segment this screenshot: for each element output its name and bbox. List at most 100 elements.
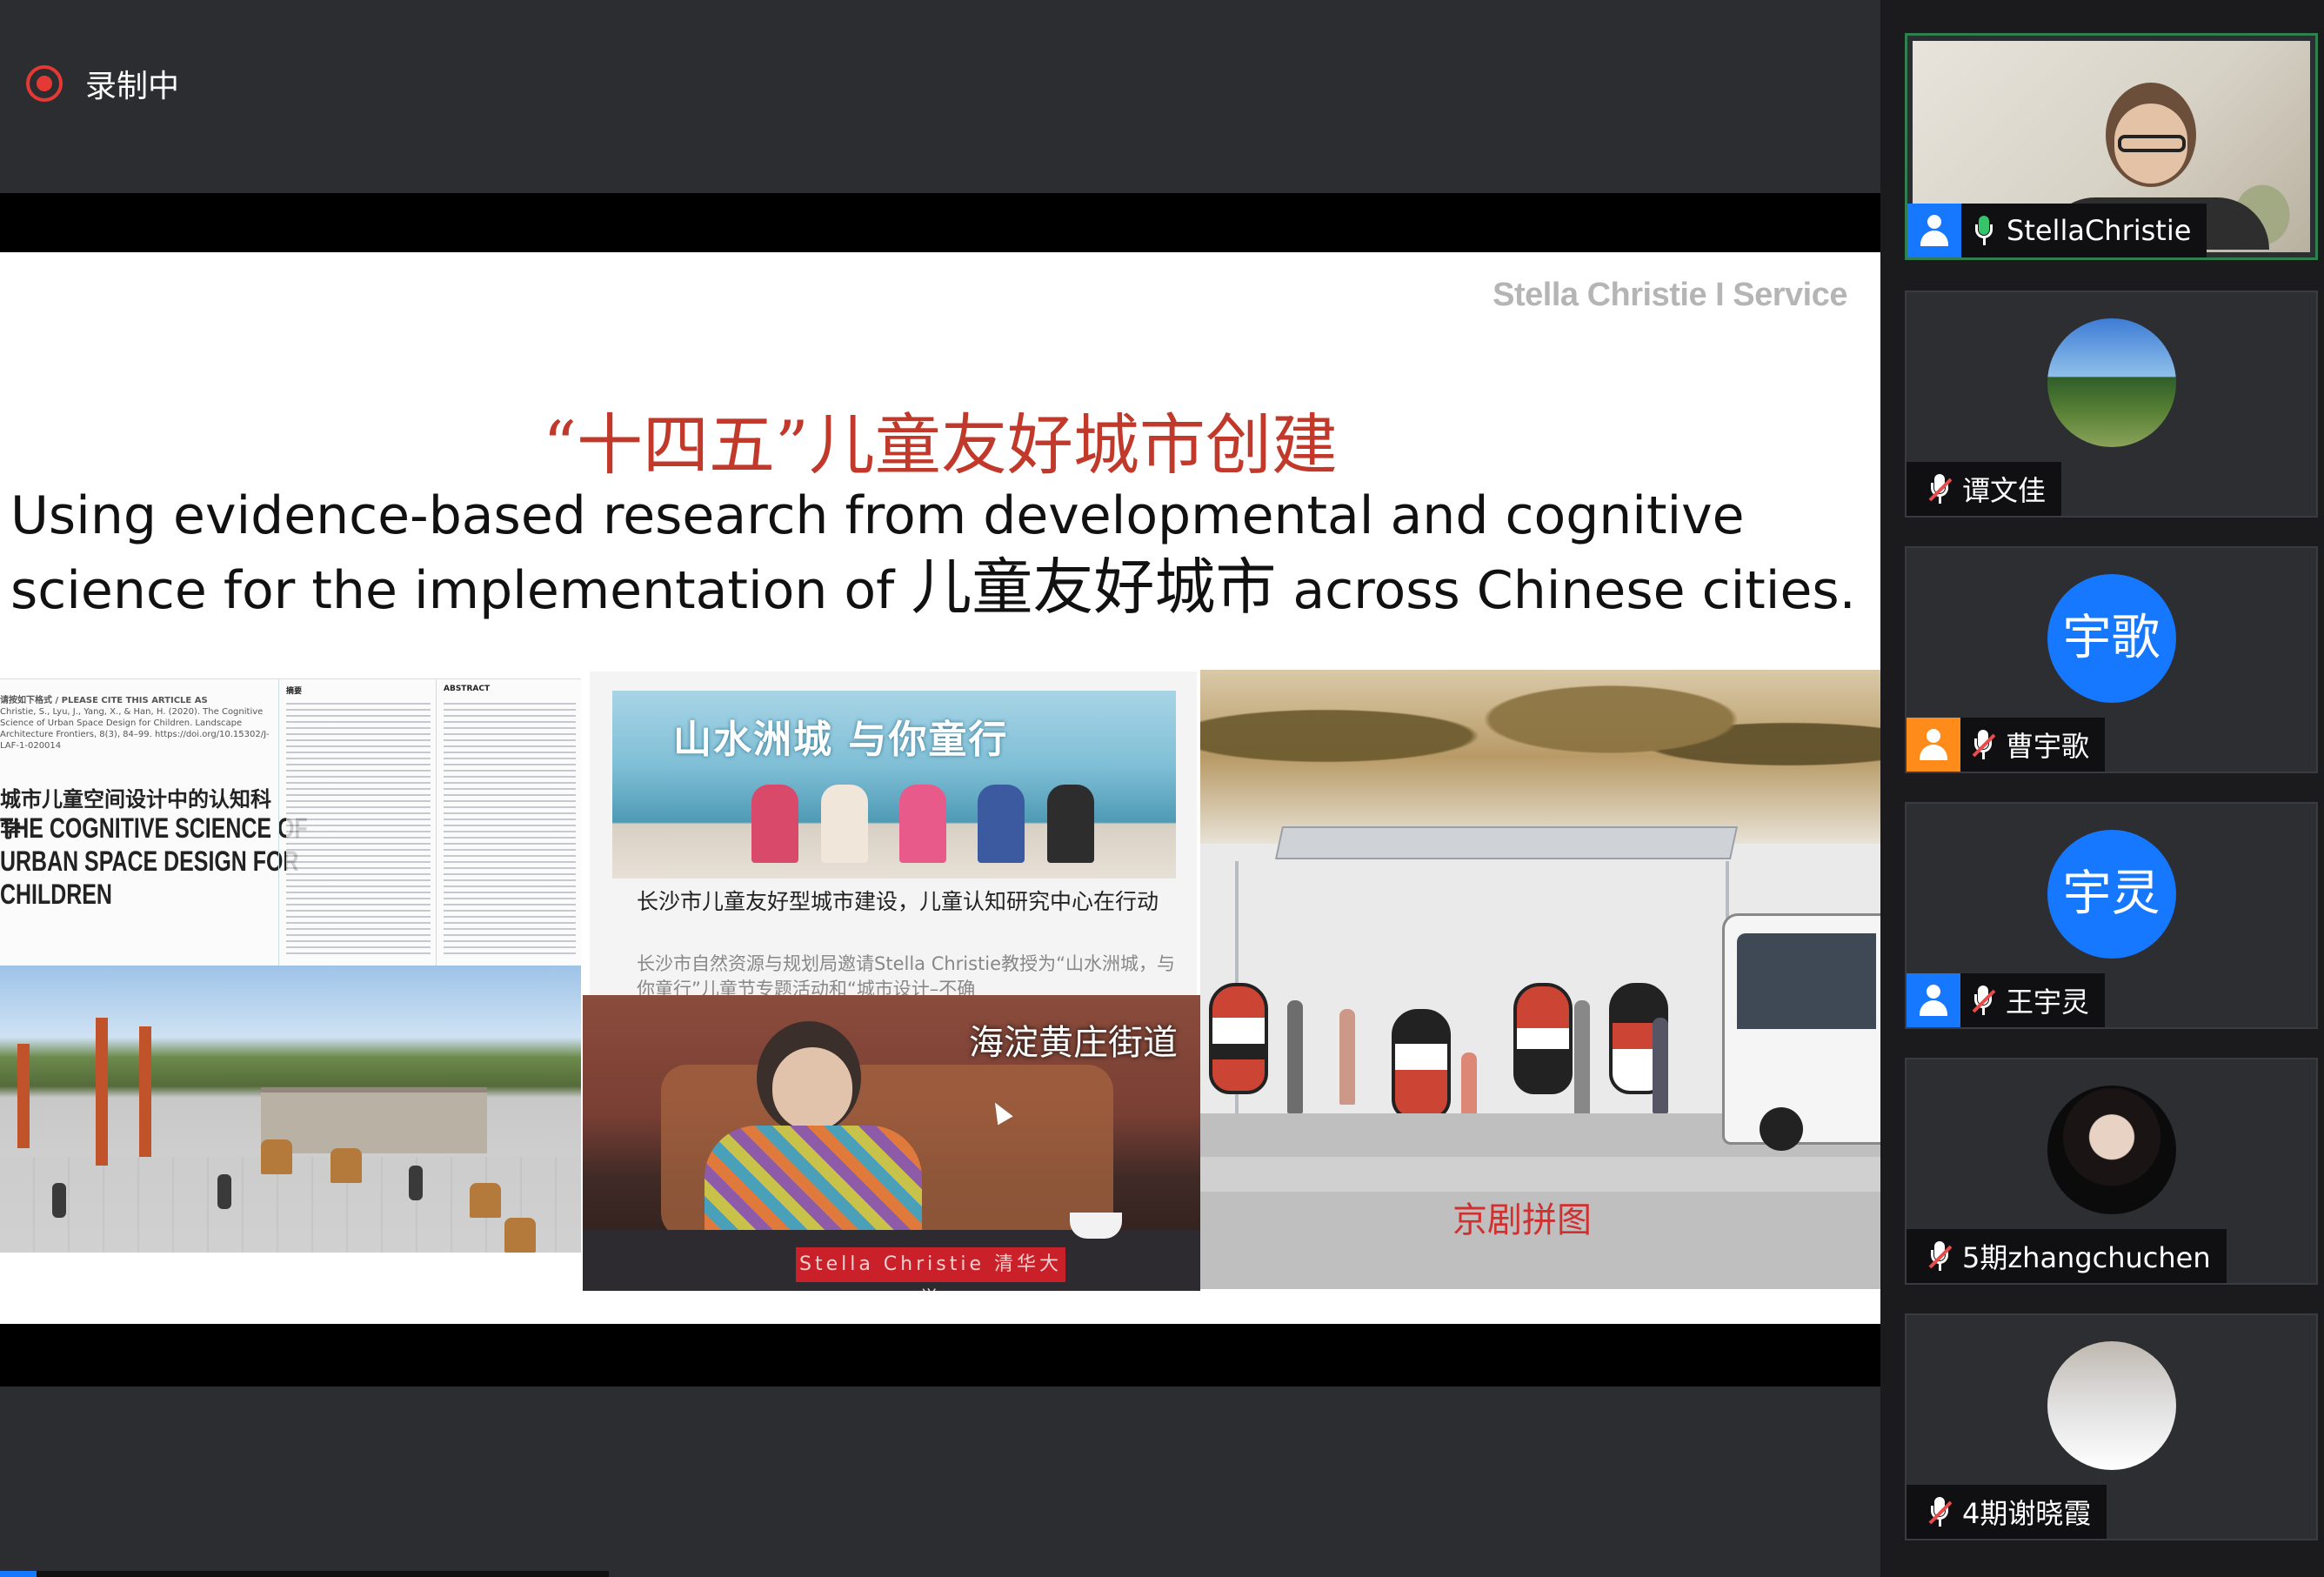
paper-title-en: THE COGNITIVE SCIENCE OF URBAN SPACE DES… — [0, 812, 308, 911]
participant-name: 4期谢晓霞 — [1962, 1497, 2092, 1530]
person-figure — [1574, 1000, 1590, 1122]
speaker-face — [772, 1047, 852, 1131]
host-user-icon — [1907, 718, 1960, 772]
participant-nameplate: 谭文佳 — [1907, 462, 2062, 516]
participant-nameplate: StellaChristie — [1907, 204, 2207, 257]
paper-title-en-2: URBAN SPACE DESIGN FOR — [0, 845, 299, 877]
curb — [1200, 1157, 1880, 1192]
play-post — [17, 1044, 30, 1148]
news-headline: 长沙市儿童友好型城市建设，儿童认知研究中心在行动 — [637, 889, 1159, 914]
name-plate-sign: Stella Christie 清华大学 — [796, 1247, 1065, 1291]
abstract-en-label: ABSTRACT — [444, 685, 491, 693]
plaza-building — [261, 1087, 487, 1153]
paper-citation: 请按如下格式 / PLEASE CITE THIS ARTICLE AS Chr… — [0, 695, 270, 752]
meeting-photo: Stella Christie 清华大学 海淀黄庄街道 — [583, 995, 1200, 1291]
recording-indicator[interactable]: 录制中 — [26, 61, 179, 106]
participant-avatar: 宇歌 — [2047, 574, 2176, 703]
panel-speaker — [1047, 785, 1094, 863]
shared-screen-area: 录制中 Stella Christie I Service “十四五”儿童友好城… — [0, 0, 1880, 1577]
child-figure — [52, 1183, 66, 1218]
progress-bar — [0, 1571, 609, 1577]
participant-avatar — [2047, 318, 2176, 447]
child-figure — [217, 1174, 231, 1209]
play-post — [96, 1018, 108, 1166]
progress-fill — [0, 1571, 37, 1577]
user-icon — [1907, 204, 1961, 257]
participant-name: StellaChristie — [2007, 214, 2192, 247]
bus-stop-trees — [1200, 670, 1880, 835]
recording-label: 录制中 — [85, 69, 180, 104]
child-figure — [409, 1166, 423, 1200]
citation-text: Christie, S., Lyu, J., Yang, X., & Han, … — [0, 707, 270, 751]
person-figure — [1653, 1018, 1668, 1113]
mic-muted-icon — [1917, 1229, 1962, 1283]
news-clipping: 山水洲城 与你童行 长沙市儿童友好型城市建设，儿童认知研究中心在行动 长沙市自然… — [590, 672, 1197, 995]
paper-clipping: 请按如下格式 / PLEASE CITE THIS ARTICLE AS Chr… — [0, 678, 581, 966]
abstract-cn-text — [286, 698, 431, 958]
abstract-en-text — [444, 698, 576, 958]
panel-speaker — [821, 785, 868, 863]
subtitle-line-2-post: across Chinese cities. — [1276, 560, 1856, 621]
citation-header: 请按如下格式 / PLEASE CITE THIS ARTICLE AS — [0, 696, 208, 705]
paper-abstract-cn: 摘要 — [278, 679, 437, 966]
news-photo: 山水洲城 与你童行 — [612, 691, 1176, 879]
participant-tile[interactable]: 5期zhangchuchen — [1905, 1058, 2318, 1285]
deer-sculpture — [331, 1148, 362, 1183]
participant-tile[interactable]: 谭文佳 — [1905, 291, 2318, 518]
participant-name: 王宇灵 — [2006, 986, 2090, 1019]
bus — [1722, 913, 1880, 1151]
panel-speaker — [978, 785, 1025, 863]
subtitle-line-1: Using evidence-based research from devel… — [10, 485, 1745, 546]
news-banner: 山水洲城 与你童行 — [673, 718, 1009, 762]
participant-avatar: 宇灵 — [2047, 830, 2176, 959]
participant-nameplate: 曹宇歌 — [1907, 718, 2106, 772]
mic-muted-icon — [1917, 1485, 1962, 1539]
user-icon — [1907, 973, 1960, 1027]
participant-tile-stellachristie[interactable]: StellaChristie — [1905, 33, 2318, 260]
deer-sculpture — [470, 1183, 501, 1218]
presentation-slide: Stella Christie I Service “十四五”儿童友好城市创建 … — [0, 252, 1880, 1324]
shelter-roof — [1274, 826, 1739, 859]
participant-tile[interactable]: 宇灵 王宇灵 — [1905, 802, 2318, 1029]
bus-stop-label: 京剧拼图 — [1452, 1200, 1592, 1240]
paper-title-block: 请按如下格式 / PLEASE CITE THIS ARTICLE AS Chr… — [0, 679, 308, 966]
deer-sculpture — [261, 1139, 292, 1174]
plaza-rendering-image — [0, 966, 581, 1253]
meeting-location-label: 海淀黄庄街道 — [969, 1023, 1178, 1063]
participant-sidebar[interactable]: StellaChristie 谭文佳 宇歌 曹宇歌 宇灵 王宇灵 5期zhang… — [1880, 0, 2324, 1577]
person-figure — [1287, 1000, 1303, 1113]
paper-title-en-3: CHILDREN — [0, 879, 112, 910]
participant-tile[interactable]: 宇歌 曹宇歌 — [1905, 546, 2318, 773]
participant-nameplate: 4期谢晓霞 — [1907, 1485, 2107, 1539]
participant-nameplate: 王宇灵 — [1907, 973, 2106, 1027]
news-body: 长沙市自然资源与规划局邀请Stella Christie教授为“山水洲城，与你童… — [637, 953, 1175, 995]
person-figure — [1339, 1009, 1355, 1105]
deer-sculpture — [504, 1218, 536, 1253]
bus-wheel — [1760, 1107, 1803, 1151]
participant-name: 5期zhangchuchen — [1962, 1241, 2211, 1274]
subtitle-line-2-pre: science for the implementation of — [10, 560, 912, 621]
slide-subtitle: Using evidence-based research from devel… — [10, 480, 1872, 626]
video-glasses — [2118, 135, 2186, 152]
mic-muted-icon — [1960, 718, 2006, 772]
participant-tile[interactable]: 4期谢晓霞 — [1905, 1313, 2318, 1540]
participant-name: 曹宇歌 — [2006, 730, 2090, 763]
slide-title: “十四五”儿童友好城市创建 — [543, 406, 1338, 484]
opera-mask-panel — [1392, 1009, 1451, 1120]
mic-on-icon — [1961, 204, 2007, 257]
abstract-cn-label: 摘要 — [286, 687, 303, 696]
subtitle-line-2-cn: 儿童友好城市 — [911, 551, 1277, 623]
speaker-scarf — [705, 1126, 922, 1247]
play-post — [139, 1026, 151, 1157]
slide-brand: Stella Christie I Service — [1493, 277, 1847, 313]
participant-avatar — [2047, 1086, 2176, 1214]
tea-cup — [1070, 1213, 1122, 1239]
person-figure — [1461, 1052, 1477, 1122]
panel-speaker — [751, 785, 798, 863]
participant-name: 谭文佳 — [1962, 474, 2047, 507]
participant-nameplate: 5期zhangchuchen — [1907, 1229, 2227, 1283]
mic-muted-icon — [1960, 973, 2006, 1027]
subtitle-line-2: science for the implementation of 儿童友好城市… — [10, 551, 1872, 626]
record-icon — [26, 65, 63, 102]
paper-abstract-en: ABSTRACT — [437, 679, 581, 966]
